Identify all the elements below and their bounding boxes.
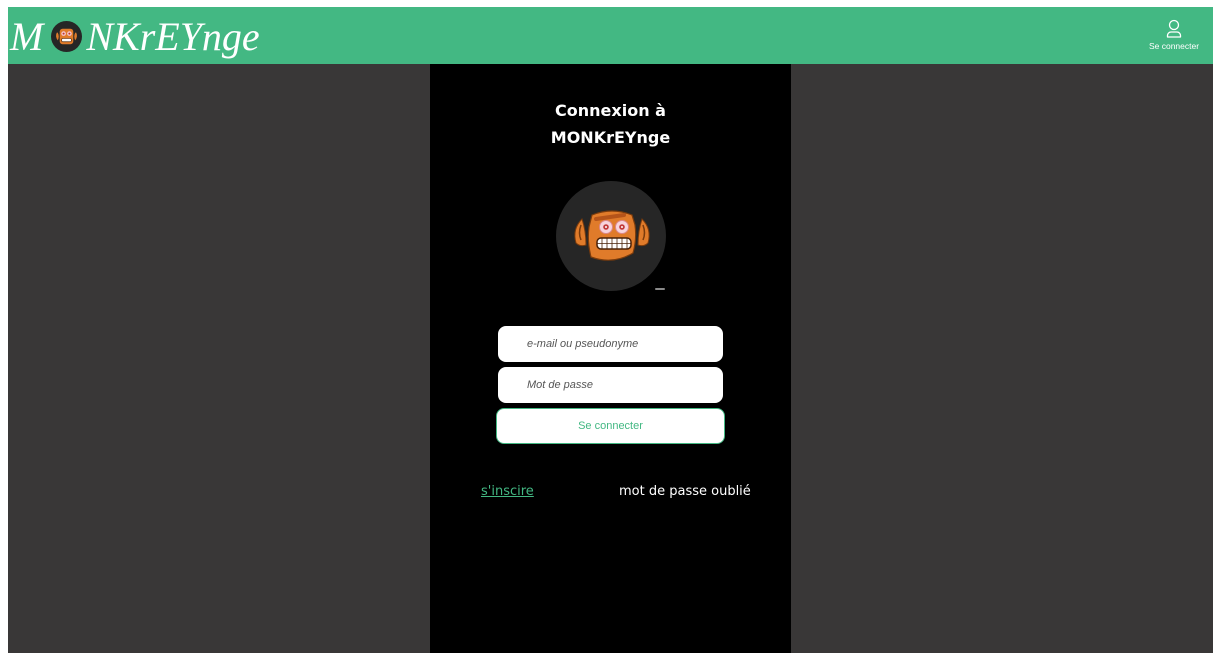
logo-text-end: NKrEYnge — [86, 13, 260, 59]
logo-text-start: M — [10, 13, 44, 59]
login-title-line1: Connexion à — [555, 101, 666, 120]
signup-link[interactable]: s'inscire — [481, 484, 534, 499]
user-icon — [1165, 19, 1183, 39]
login-title-line2: MONKrEYnge — [550, 128, 671, 147]
login-submit-button[interactable]: Se connecter — [496, 408, 725, 444]
header-login-button[interactable]: Se connecter — [1144, 19, 1204, 55]
header-login-label: Se connecter — [1148, 41, 1200, 51]
login-title: Connexion à MONKrEYnge — [430, 97, 791, 151]
top-bar: M NKrEYnge Se connecter — [8, 7, 1213, 64]
forgot-password-link[interactable]: mot de passe oublié — [619, 484, 751, 499]
app-frame: M NKrEYnge Se connecter Connexion à MONK… — [8, 7, 1213, 653]
email-field[interactable] — [498, 326, 723, 362]
avatar-edit-handle — [655, 288, 665, 290]
login-panel: Connexion à MONKrEYnge e-mail ou pseudon… — [430, 64, 791, 653]
monkey-face-icon — [51, 20, 83, 52]
monkey-face-icon — [556, 181, 666, 291]
password-field[interactable] — [498, 367, 723, 403]
site-logo[interactable]: M NKrEYnge — [10, 11, 260, 61]
